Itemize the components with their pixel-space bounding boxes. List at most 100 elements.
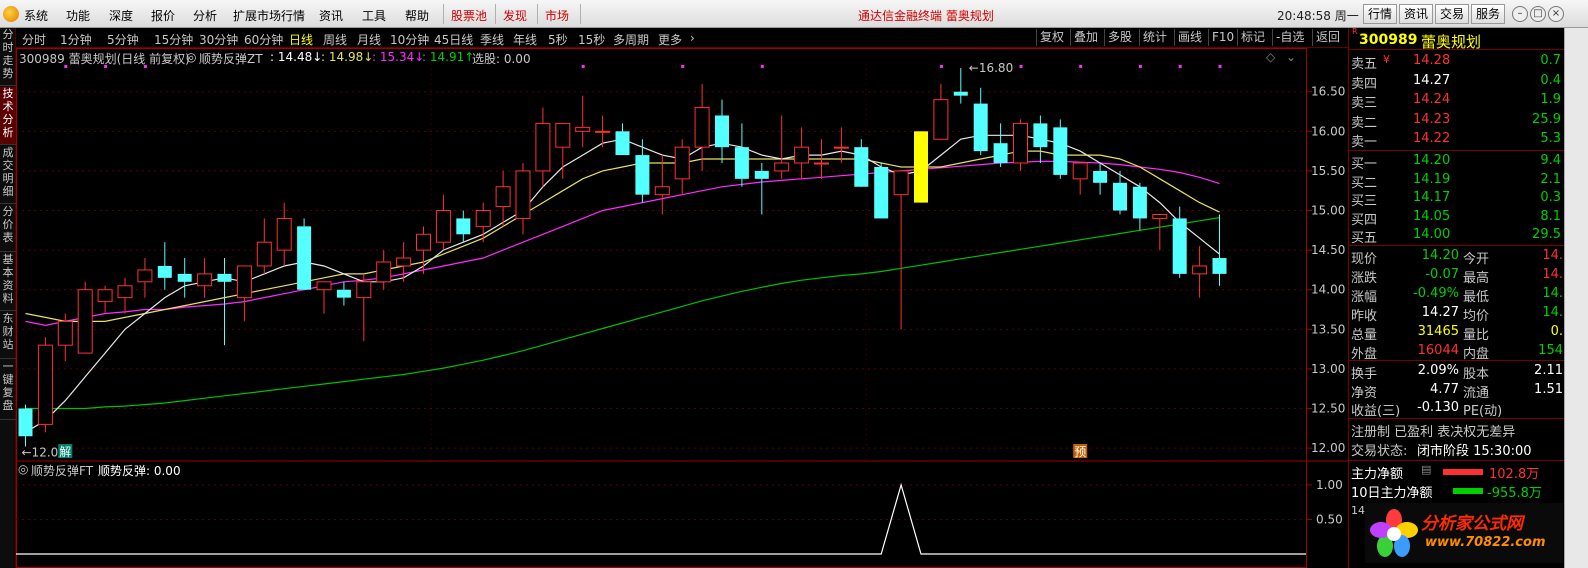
buy-row[interactable]: 买一 14.20 9.4 <box>1349 152 1565 172</box>
mark-button[interactable]: 标记 <box>1237 29 1268 46</box>
draw-button[interactable]: 画线 <box>1174 29 1205 46</box>
tab-price-table[interactable]: 分价表 <box>0 205 16 252</box>
menu-tools[interactable]: 工具 <box>362 7 386 24</box>
quote-value-2: 154 <box>1538 343 1563 358</box>
sell-row[interactable]: 卖二 14.23 25.9 <box>1349 111 1565 131</box>
fund-label-2: 流通 <box>1463 385 1490 401</box>
more-chevron-icon[interactable]: › <box>690 31 695 45</box>
menu-system[interactable]: 系统 <box>24 7 48 24</box>
indicator-value-select: 选股: 0.00 <box>472 52 531 66</box>
service-button[interactable]: 服务 <box>1471 4 1505 24</box>
tab-technical-analysis[interactable]: 技术分析 <box>0 87 16 145</box>
kline-chart[interactable]: 16.50 16.00 15.50 15.00 14.50 14.00 13.50 13.00… <box>16 48 1348 568</box>
sell-row[interactable]: 卖一 14.22 5.3 <box>1349 130 1565 150</box>
period-multi[interactable]: 多周期 <box>613 31 649 48</box>
close-icon[interactable]: × <box>1548 6 1564 22</box>
period-more[interactable]: 更多 <box>658 31 682 48</box>
sell-row[interactable]: 卖五 ¥ 14.28 0.7 <box>1349 52 1565 72</box>
candle-body <box>137 269 153 283</box>
period-5sec[interactable]: 5秒 <box>548 31 568 48</box>
menu-news[interactable]: 资讯 <box>319 7 343 24</box>
period-intraday[interactable]: 分时 <box>22 31 46 48</box>
signal-dot <box>1218 65 1222 68</box>
candle-body <box>276 217 292 251</box>
back-button[interactable]: 返回 <box>1312 29 1343 46</box>
period-30min[interactable]: 30分钟 <box>199 31 238 48</box>
period-monthly[interactable]: 月线 <box>357 31 381 48</box>
y-tick-label: 14.00 <box>1311 283 1345 297</box>
sub-indicator-name[interactable]: 顺势反弹FT <box>31 462 93 479</box>
candle-body <box>18 408 33 437</box>
period-daily[interactable]: 日线 <box>289 31 313 48</box>
period-10min[interactable]: 10分钟 <box>390 31 429 48</box>
sell-row[interactable]: 卖四 14.27 0.4 <box>1349 72 1565 92</box>
buy-row[interactable]: 买三 14.17 0.3 <box>1349 189 1565 209</box>
trade-button[interactable]: 交易 <box>1435 4 1469 24</box>
news-button[interactable]: 资讯 <box>1399 4 1433 24</box>
sell-row[interactable]: 卖三 14.24 1.9 <box>1349 91 1565 111</box>
right-scrollbar[interactable] <box>1564 28 1588 568</box>
minimize-icon[interactable]: – <box>1512 6 1528 22</box>
period-15min[interactable]: 15分钟 <box>154 31 193 48</box>
indicator-name[interactable]: 顺势反弹ZT <box>199 50 263 67</box>
sub-indicator-toggle-icon[interactable]: ◎ <box>18 462 28 476</box>
menu-bar: 系统 功能 深度 报价 分析 扩展市场行情 资讯 工具 帮助 股票池 发现 市场… <box>0 0 1588 28</box>
period-45day[interactable]: 45日线 <box>434 31 473 48</box>
y-tick-label: 12.50 <box>1311 402 1345 416</box>
period-1min[interactable]: 1分钟 <box>60 31 92 48</box>
menu-depth[interactable]: 深度 <box>109 7 133 24</box>
collapse-icon[interactable]: ⌄ <box>1286 50 1296 64</box>
buy-volume: 9.4 <box>1540 153 1561 168</box>
tab-intraday[interactable]: 分时走势 <box>0 28 16 86</box>
period-yearly[interactable]: 年线 <box>513 31 537 48</box>
main-flow-bar <box>1443 469 1483 475</box>
period-weekly[interactable]: 周线 <box>323 31 347 48</box>
adjust-button[interactable]: 复权 <box>1036 29 1067 46</box>
signal-dot <box>760 65 764 68</box>
menu-quote[interactable]: 报价 <box>151 7 175 24</box>
fund-value-2: 1.51 <box>1534 381 1563 397</box>
diamond-icon[interactable]: ◇ <box>1266 50 1275 64</box>
menu-help[interactable]: 帮助 <box>405 7 429 24</box>
tab-replay[interactable]: 一键复盘 <box>0 360 16 420</box>
period-15sec[interactable]: 15秒 <box>578 31 605 48</box>
menu-analysis[interactable]: 分析 <box>193 7 217 24</box>
menu-market[interactable]: 市场 <box>545 7 569 24</box>
quote-label-2: 最高 <box>1463 271 1490 286</box>
stock-name: 蕾奥规划 <box>1421 33 1482 51</box>
menu-discover[interactable]: 发现 <box>503 7 527 24</box>
menu-extended-market[interactable]: 扩展市场行情 <box>233 7 305 24</box>
buy-row[interactable]: 买五 14.00 29.5 <box>1349 226 1565 246</box>
f10-button[interactable]: F10 <box>1208 29 1237 46</box>
left-tab-bar: 分时走势 技术分析 成交明细 分价表 基本资料 东财站 一键复盘 <box>0 28 16 568</box>
menu-separator <box>537 4 538 24</box>
period-quarterly[interactable]: 季线 <box>480 31 504 48</box>
buy-price: 14.00 <box>1413 227 1451 242</box>
flow-table-icon[interactable]: ▤ <box>1421 463 1431 476</box>
tab-eastmoney[interactable]: 东财站 <box>0 312 16 359</box>
menu-function[interactable]: 功能 <box>66 7 90 24</box>
indicator-toggle-icon[interactable]: ◎ <box>186 50 196 64</box>
maximize-icon[interactable]: □ <box>1530 6 1546 22</box>
self-select-button[interactable]: -自选 <box>1272 29 1307 46</box>
period-60min[interactable]: 60分钟 <box>244 31 283 48</box>
quote-header: R 300989 蕾奥规划 <box>1349 27 1565 51</box>
candle-body <box>914 131 928 203</box>
quote-label: 涨跌 <box>1351 271 1378 286</box>
buy-row[interactable]: 买四 14.05 8.1 <box>1349 208 1565 228</box>
overlay-button[interactable]: 叠加 <box>1070 29 1101 46</box>
quote-button[interactable]: 行情 <box>1363 4 1397 24</box>
tab-trade-detail[interactable]: 成交明细 <box>0 146 16 204</box>
quote-value: -0.49% <box>1413 286 1459 301</box>
candle-body <box>515 170 531 219</box>
candle-body <box>435 210 451 243</box>
statistics-button[interactable]: 统计 <box>1139 29 1170 46</box>
candle-body <box>256 241 272 267</box>
menu-stock-pool[interactable]: 股票池 <box>451 7 487 24</box>
buy-row[interactable]: 买二 14.19 2.1 <box>1349 171 1565 191</box>
multi-stock-button[interactable]: 多股 <box>1104 29 1135 46</box>
quote-value-2: 14. <box>1542 267 1563 282</box>
clock-text: 20:48:58 周一 <box>1277 9 1359 23</box>
tab-fundamentals[interactable]: 基本资料 <box>0 253 16 311</box>
period-5min[interactable]: 5分钟 <box>107 31 139 48</box>
